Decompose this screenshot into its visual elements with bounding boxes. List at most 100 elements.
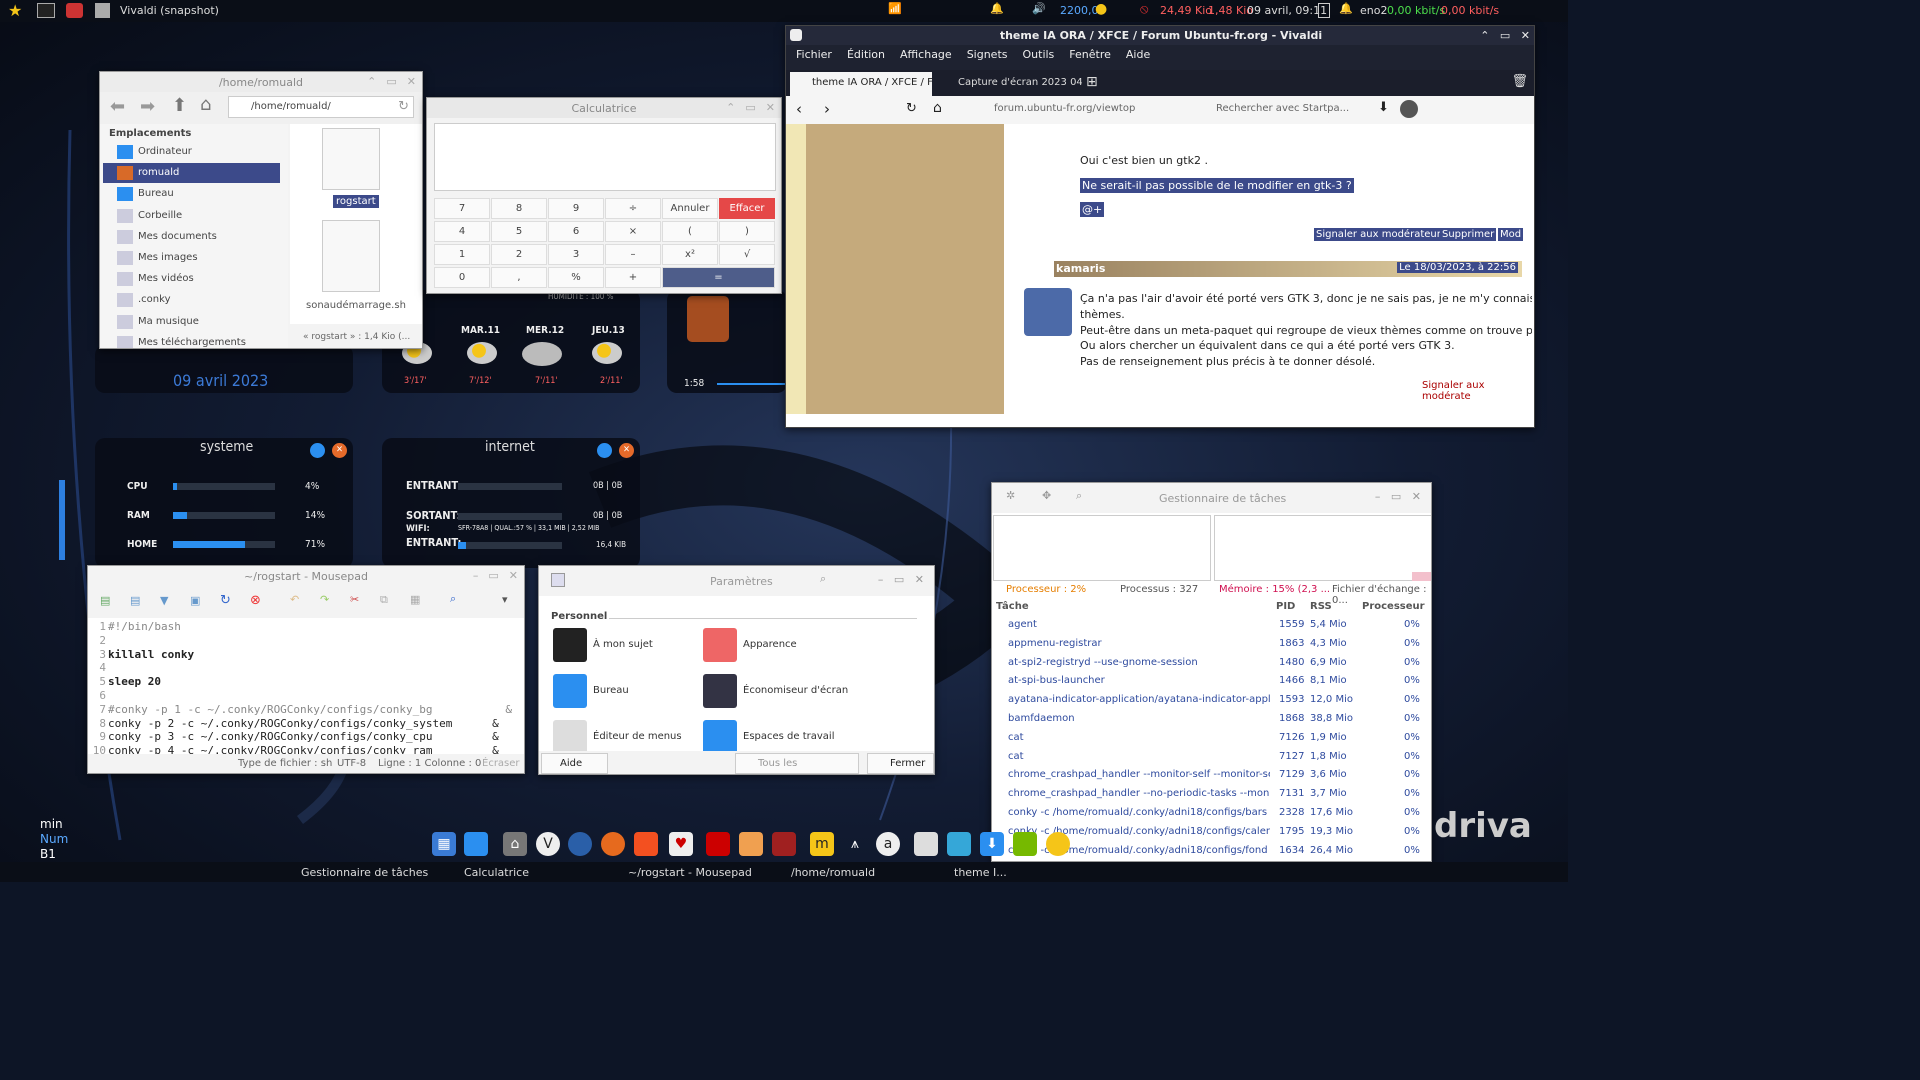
calc-key[interactable]: 0 (434, 267, 490, 288)
calc-key[interactable]: 6 (548, 221, 604, 242)
copy-icon[interactable]: ⧉ (380, 593, 388, 607)
firefox-icon[interactable] (601, 832, 625, 856)
window-controls[interactable]: – ▭ ✕ (1375, 490, 1421, 503)
table-row[interactable]: cat 7127 1,8 Mio 0% (992, 748, 1431, 767)
search-field[interactable]: Rechercher avec Startpa... (1216, 103, 1349, 114)
table-row[interactable]: bamfdaemon 1868 38,8 Mio 0% (992, 710, 1431, 729)
calc-key[interactable]: 2 (491, 244, 547, 265)
home-icon[interactable]: ⌂ (200, 94, 211, 115)
a-icon[interactable]: a (876, 832, 900, 856)
calc-key[interactable]: % (548, 267, 604, 288)
download-icon[interactable]: ⬇ (1378, 100, 1389, 115)
settings-item[interactable]: Bureau (553, 674, 703, 712)
calc-key[interactable]: + (605, 267, 661, 288)
all-settings-button[interactable]: Tous les paramètres (735, 753, 859, 774)
menu-item[interactable]: Fichier (786, 45, 842, 65)
calc-key[interactable]: ) (719, 221, 775, 242)
close-doc-icon[interactable]: ⊗ (250, 593, 261, 608)
tab[interactable]: Capture d'écran 2023 04 0 (936, 72, 1082, 96)
col-task[interactable]: Tâche (996, 601, 1029, 612)
titlebar[interactable]: Paramètres ⌕ – ▭ ✕ (539, 566, 934, 596)
sidebar-item[interactable]: Ordinateur (103, 142, 280, 162)
calc-key[interactable]: ( (662, 221, 718, 242)
close-icon[interactable]: ✕ (766, 101, 775, 114)
window-icon[interactable] (95, 3, 110, 18)
titlebar[interactable]: ~/rogstart - Mousepad – ▭ ✕ (88, 566, 524, 586)
username[interactable]: kamaris (1056, 262, 1105, 275)
weather-icon[interactable] (1046, 832, 1070, 856)
help-button[interactable]: Aide (541, 753, 608, 774)
monitor-icon[interactable] (947, 832, 971, 856)
avatar-icon[interactable] (1400, 100, 1418, 118)
settings-item[interactable]: Apparence (703, 628, 853, 666)
up-icon[interactable]: ⬆ (172, 95, 187, 116)
calc-key[interactable]: ÷ (605, 198, 661, 219)
clock[interactable]: 09 avril, 09:11 (1247, 4, 1327, 17)
menu-item[interactable]: Signets (967, 45, 1018, 65)
dice-icon[interactable] (706, 832, 730, 856)
close-button[interactable]: Fermer (867, 753, 934, 774)
sidebar-item[interactable]: Mes vidéos (103, 269, 280, 289)
calc-key[interactable]: 7 (434, 198, 490, 219)
minimize-icon[interactable]: ⌃ (726, 101, 735, 114)
more-icon[interactable]: ▾ (502, 593, 508, 606)
volume-icon[interactable]: 🔊 (1032, 2, 1046, 15)
trash-icon[interactable]: 🗑 (1511, 74, 1528, 89)
antenna-icon[interactable]: ⩚ (843, 832, 867, 856)
calc-key[interactable]: × (605, 221, 661, 242)
search-icon[interactable]: ⌕ (450, 592, 456, 606)
tab-active[interactable]: theme IA ORA / XFCE / Fo (790, 72, 932, 96)
table-row[interactable]: ayatana-indicator-application/ayatana-in… (992, 691, 1431, 710)
delete-button[interactable]: Supprimer (1440, 228, 1497, 241)
close-icon[interactable]: ✕ (407, 75, 416, 88)
taskbar-item-vivaldi[interactable]: theme I... (954, 866, 1007, 879)
cards-icon[interactable]: ♥ (669, 832, 693, 856)
desktop-icon[interactable] (464, 832, 488, 856)
window-controls[interactable]: – ▭ ✕ (878, 573, 924, 586)
calc-key[interactable]: Annuler (662, 198, 718, 219)
save-icon[interactable]: ▼ (160, 594, 168, 607)
calc-key[interactable]: √ (719, 244, 775, 265)
file-icon[interactable] (322, 220, 380, 292)
table-row[interactable]: agent 1559 5,4 Mio 0% (992, 616, 1431, 635)
forward-icon[interactable]: › (824, 100, 830, 118)
workspace-icon[interactable]: ▦ (432, 832, 456, 856)
sidebar-item[interactable]: Bureau (103, 184, 280, 204)
open-icon[interactable]: ▤ (130, 594, 140, 607)
star-icon[interactable]: ★ (8, 1, 22, 20)
sidebar-item[interactable]: Mes images (103, 248, 280, 268)
calc-key[interactable]: 3 (548, 244, 604, 265)
power-icon[interactable]: ⦸ (1140, 2, 1148, 17)
report-link[interactable]: Signaler aux modérate (1422, 380, 1534, 402)
menu-item[interactable]: Édition (847, 45, 895, 65)
calc-key[interactable]: = (662, 267, 775, 288)
gear-icon[interactable] (310, 443, 325, 458)
sidebar-item[interactable]: Ma musique (103, 312, 280, 332)
path-bar[interactable]: /home/romuald/ ↻ (228, 96, 414, 118)
thunderbird-icon[interactable] (568, 832, 592, 856)
sidebar-item[interactable]: Corbeille (103, 206, 280, 226)
minimize-icon[interactable]: – (473, 569, 479, 582)
back-icon[interactable]: ‹ (796, 100, 802, 118)
download-icon[interactable]: ⬇ (980, 832, 1004, 856)
sidebar-item[interactable]: .conky (103, 290, 280, 310)
scanner-icon[interactable] (914, 832, 938, 856)
url-field[interactable]: forum.ubuntu-fr.org/viewtop (994, 103, 1135, 114)
calc-key[interactable]: – (605, 244, 661, 265)
close-icon[interactable]: ✕ (509, 569, 518, 582)
terminal-icon[interactable] (37, 3, 55, 18)
back-icon[interactable]: ⬅ (110, 96, 125, 117)
col-pid[interactable]: PID (1276, 601, 1295, 612)
col-cpu[interactable]: Processeur (1362, 601, 1425, 612)
editor[interactable]: 1 #!/bin/bash 2 3 killall conky 4 5 sleep 20 6 7 #… (88, 618, 524, 754)
new-icon[interactable]: ▤ (100, 594, 110, 607)
mod-button[interactable]: Mod (1498, 228, 1524, 241)
sidebar-item[interactable]: Mes documents (103, 227, 280, 247)
minimize-icon[interactable]: ⌃ (367, 75, 376, 88)
search-icon[interactable]: ⌕ (1076, 489, 1082, 503)
reload-icon[interactable]: ↻ (220, 593, 231, 608)
home-icon[interactable]: ⌂ (503, 832, 527, 856)
crosshair-icon[interactable]: ✥ (1042, 489, 1051, 502)
calc-display[interactable] (434, 123, 776, 191)
maximize-icon[interactable]: ▭ (386, 75, 396, 88)
